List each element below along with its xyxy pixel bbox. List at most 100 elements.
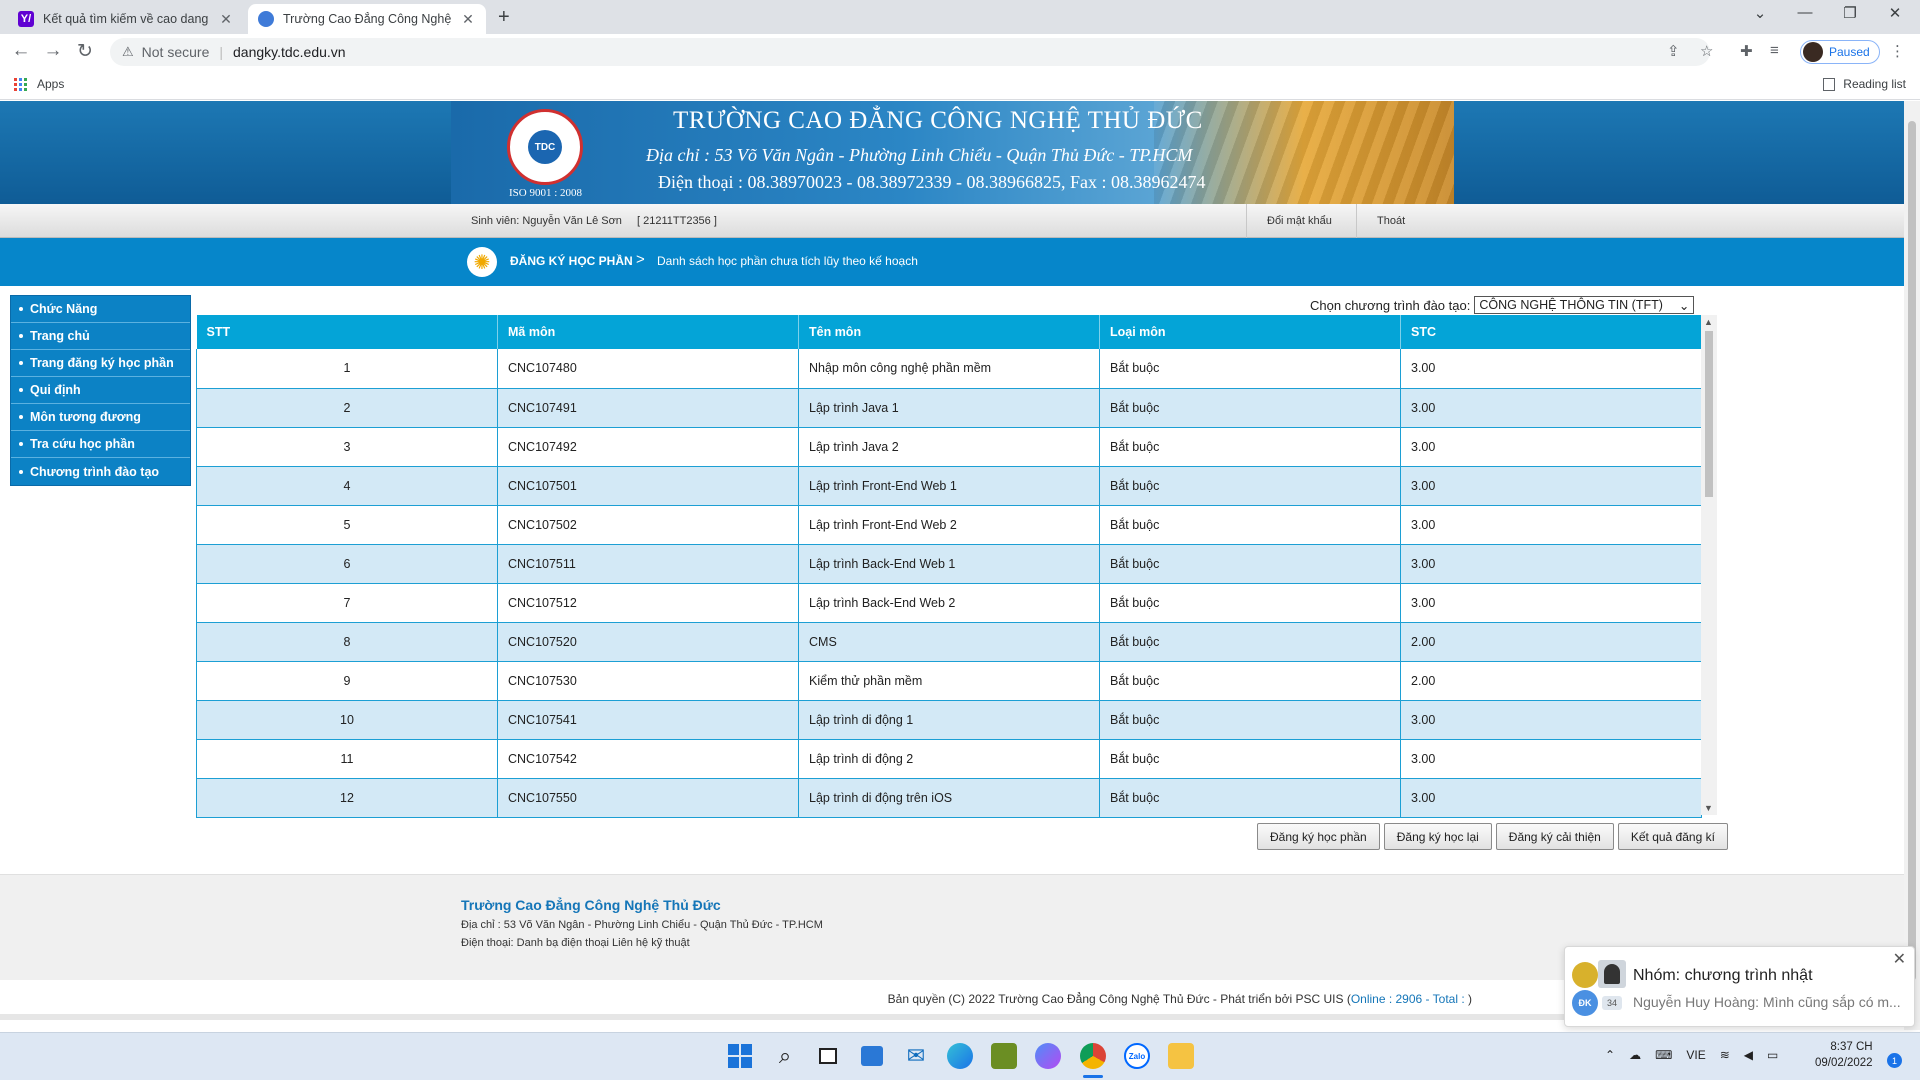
sidebar-item-equivalent[interactable]: Môn tương đương	[11, 404, 190, 431]
tab-search-results[interactable]: Y/ Kết quả tìm kiếm về cao dang co ✕	[8, 4, 244, 34]
reload-icon[interactable]: ↻	[72, 40, 98, 63]
cell-code: CNC107542	[497, 739, 799, 779]
column-header-type[interactable]: Loại môn	[1099, 315, 1401, 349]
close-icon[interactable]: ✕	[1893, 949, 1906, 969]
minimize-button[interactable]: —	[1785, 4, 1825, 21]
copyright-main: Bản quyền (C) 2022 Trường Cao Đẳng Công …	[887, 992, 1351, 1006]
share-icon[interactable]: ⇪	[1667, 42, 1680, 60]
cell-type: Bắt buộc	[1099, 661, 1401, 701]
tab-title: Trường Cao Đẳng Công Nghệ Thủ	[283, 12, 454, 26]
reading-list-button[interactable]: Reading list	[1823, 77, 1906, 91]
new-tab-button[interactable]: +	[498, 6, 510, 29]
sidebar-item-curriculum[interactable]: Chương trình đào tạo	[11, 458, 190, 485]
edge-browser-icon[interactable]	[947, 1043, 973, 1069]
logout-link[interactable]: Thoát	[1356, 204, 1426, 238]
sidebar-item-functions[interactable]: Chức Năng	[11, 296, 190, 323]
mail-icon[interactable]: ✉	[903, 1043, 929, 1069]
site-header: TDC ISO 9001 : 2008 TRƯỜNG CAO ĐẲNG CÔNG…	[0, 101, 1904, 204]
menu-kebab-icon[interactable]: ⋮	[1890, 42, 1905, 60]
column-header-stt[interactable]: STT	[196, 315, 498, 349]
scrollbar-thumb[interactable]	[1908, 121, 1916, 981]
widgets-icon[interactable]	[859, 1043, 885, 1069]
scroll-down-icon[interactable]: ▼	[1704, 803, 1713, 813]
back-arrow-icon[interactable]: ←	[8, 40, 34, 62]
wifi-icon[interactable]: ≋	[1720, 1048, 1730, 1062]
notepad-icon[interactable]	[991, 1043, 1017, 1069]
page-scrollbar[interactable]	[1904, 101, 1920, 1030]
scrollbar-thumb[interactable]	[1705, 331, 1713, 497]
clock[interactable]: 8:37 CH 09/02/2022	[1815, 1039, 1873, 1071]
zalo-icon[interactable]: Zalo	[1124, 1043, 1150, 1069]
messenger-icon[interactable]	[1035, 1043, 1061, 1069]
cell-name: Lập trình Java 2	[798, 427, 1100, 467]
table-row[interactable]: 4 CNC107501 Lập trình Front-End Web 1 Bắt b…	[196, 466, 1702, 506]
forward-arrow-icon[interactable]: →	[40, 40, 66, 62]
bullet-icon	[19, 442, 23, 446]
profile-button[interactable]: Paused	[1800, 40, 1880, 64]
table-row[interactable]: 3 CNC107492 Lập trình Java 2 Bắt buộc 3.00	[196, 427, 1702, 467]
retake-course-button[interactable]: Đăng ký học lại	[1383, 823, 1492, 850]
breadcrumb-main[interactable]: ĐĂNG KÝ HỌC PHẦN	[510, 254, 633, 268]
start-button[interactable]	[727, 1043, 753, 1069]
cell-code: CNC107541	[497, 700, 799, 740]
close-tab-icon[interactable]: ✕	[460, 11, 476, 28]
table-row[interactable]: 1 CNC107480 Nhập môn công nghệ phần mềm Bắt…	[196, 349, 1702, 389]
battery-icon[interactable]: ▭	[1767, 1048, 1778, 1062]
language-indicator[interactable]: VIE	[1686, 1048, 1705, 1062]
chrome-icon[interactable]	[1080, 1043, 1106, 1069]
apps-shortcut[interactable]: Apps	[14, 77, 64, 91]
table-row[interactable]: 7 CNC107512 Lập trình Back-End Web 2 Bắt bu…	[196, 583, 1702, 623]
cell-name: Lập trình Front-End Web 1	[798, 466, 1100, 506]
change-password-link[interactable]: Đổi mật khẩu	[1246, 204, 1356, 238]
table-row[interactable]: 12 CNC107550 Lập trình di động trên iOS Bắt…	[196, 778, 1702, 818]
address-bar[interactable]: ⚠ Not secure | dangky.tdc.edu.vn	[110, 38, 1710, 66]
media-control-icon[interactable]: ≡	[1770, 42, 1779, 59]
close-window-button[interactable]: ✕	[1875, 4, 1915, 22]
cell-name: Lập trình Back-End Web 2	[798, 583, 1100, 623]
browser-toolbar: ← → ↻ ⚠ Not secure | dangky.tdc.edu.vn ⇪…	[0, 34, 1920, 70]
table-row[interactable]: 11 CNC107542 Lập trình di động 2 Bắt buộc 3.…	[196, 739, 1702, 779]
chevron-up-icon[interactable]: ⌃	[1605, 1048, 1615, 1062]
register-course-button[interactable]: Đăng ký học phần	[1257, 823, 1380, 850]
table-row[interactable]: 9 CNC107530 Kiểm thử phần mềm Bắt buộc 2.00	[196, 661, 1702, 701]
footer-school-name[interactable]: Trường Cao Đẳng Công Nghệ Thủ Đức	[461, 897, 721, 913]
table-scrollbar[interactable]: ▲ ▼	[1701, 315, 1717, 815]
column-header-credits[interactable]: STC	[1400, 315, 1702, 349]
table-row[interactable]: 6 CNC107511 Lập trình Back-End Web 1 Bắt bu…	[196, 544, 1702, 584]
improve-grade-button[interactable]: Đăng ký cải thiện	[1495, 823, 1614, 850]
sidebar-item-registration[interactable]: Trang đăng ký học phần	[11, 350, 190, 377]
chat-notification[interactable]: ĐK 34 Nhóm: chương trình nhật Nguyễn Huy…	[1564, 946, 1915, 1027]
column-header-code[interactable]: Mã môn	[497, 315, 799, 349]
cell-type: Bắt buộc	[1099, 778, 1401, 818]
close-tab-icon[interactable]: ✕	[218, 11, 234, 28]
file-explorer-icon[interactable]	[1168, 1043, 1194, 1069]
sidebar-item-label: Chức Năng	[30, 302, 98, 316]
column-header-name[interactable]: Tên môn	[798, 315, 1100, 349]
sidebar-item-regulations[interactable]: Qui định	[11, 377, 190, 404]
task-view-icon[interactable]	[815, 1043, 841, 1069]
tab-tdc[interactable]: Trường Cao Đẳng Công Nghệ Thủ ✕	[248, 4, 486, 34]
table-row[interactable]: 2 CNC107491 Lập trình Java 1 Bắt buộc 3.00	[196, 388, 1702, 428]
table-row[interactable]: 8 CNC107520 CMS Bắt buộc 2.00	[196, 622, 1702, 662]
clock-date: 09/02/2022	[1815, 1057, 1873, 1069]
cell-credits: 3.00	[1400, 544, 1702, 584]
extensions-icon[interactable]: ✚	[1740, 42, 1753, 60]
scroll-up-icon[interactable]: ▲	[1704, 317, 1713, 327]
tab-search-chevron-icon[interactable]: ⌄	[1740, 4, 1780, 22]
table-row[interactable]: 5 CNC107502 Lập trình Front-End Web 2 Bắt b…	[196, 505, 1702, 545]
omnibox-divider: |	[219, 44, 223, 60]
cell-credits: 3.00	[1400, 349, 1702, 389]
onedrive-icon[interactable]: ☁	[1629, 1048, 1641, 1062]
keyboard-icon[interactable]: ⌨	[1655, 1048, 1672, 1062]
registration-results-button[interactable]: Kết quả đăng kí	[1617, 823, 1728, 850]
volume-icon[interactable]: ◀	[1744, 1048, 1753, 1062]
search-icon[interactable]: ⌕	[772, 1043, 798, 1069]
bookmark-star-icon[interactable]: ☆	[1700, 42, 1713, 60]
cell-code: CNC107502	[497, 505, 799, 545]
sidebar-item-home[interactable]: Trang chủ	[11, 323, 190, 350]
program-dropdown[interactable]: CÔNG NGHỆ THÔNG TIN (TFT) ⌄	[1474, 296, 1695, 314]
table-row[interactable]: 10 CNC107541 Lập trình di động 1 Bắt buộc 3.…	[196, 700, 1702, 740]
restore-button[interactable]: ❐	[1830, 4, 1870, 22]
notification-count-badge[interactable]: 1	[1887, 1053, 1902, 1068]
sidebar-item-lookup[interactable]: Tra cứu học phần	[11, 431, 190, 458]
